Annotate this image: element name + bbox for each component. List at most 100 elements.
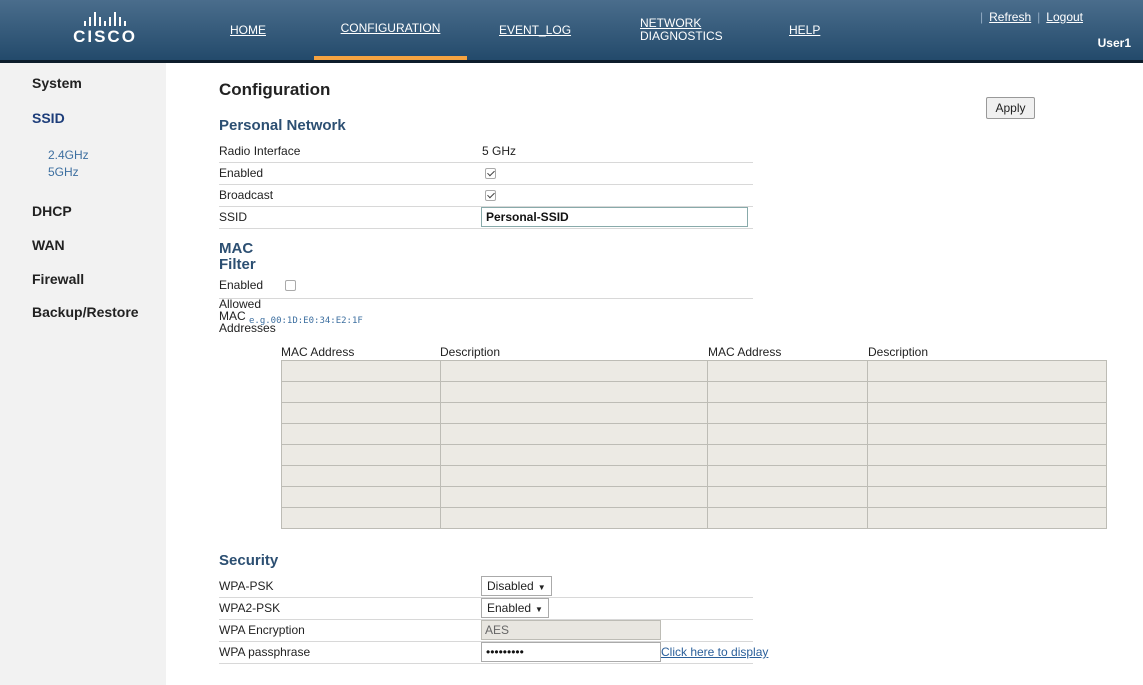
apply-button[interactable]: Apply [986, 97, 1035, 119]
mac-enabled-checkbox[interactable] [285, 280, 296, 291]
mac-cell[interactable] [281, 465, 441, 487]
mac-cell[interactable] [707, 486, 869, 508]
wpa-psk-label: WPA-PSK [219, 579, 274, 593]
nav-network-diagnostics[interactable]: NETWORK DIAGNOSTICS [640, 0, 723, 60]
mac-cell[interactable] [707, 444, 869, 466]
wpa2-psk-label: WPA2-PSK [219, 601, 281, 615]
mac-cell[interactable] [281, 402, 441, 424]
enabled-row: Enabled [219, 162, 753, 185]
nav-configuration-label: CONFIGURATION [340, 21, 441, 35]
desc-cell[interactable] [439, 381, 709, 403]
sidebar-item-ssid[interactable]: SSID [32, 110, 65, 126]
refresh-link[interactable]: Refresh [989, 10, 1031, 24]
broadcast-checkbox[interactable] [485, 190, 496, 201]
user-name: User1 [1097, 36, 1131, 50]
desc-cell[interactable] [439, 444, 709, 466]
display-passphrase-link[interactable]: Click here to display [661, 645, 768, 659]
sidebar-subitem-24ghz[interactable]: 2.4GHz [48, 148, 89, 162]
col-description-1: Description [440, 345, 501, 359]
top-header: CISCO HOME CONFIGURATION EVENT_LOG NETWO… [0, 0, 1143, 63]
enabled-checkbox[interactable] [485, 168, 496, 179]
mac-cell[interactable] [281, 444, 441, 466]
ssid-input[interactable]: Personal-SSID [481, 207, 748, 227]
separator: | [1037, 10, 1041, 24]
desc-cell[interactable] [867, 402, 1107, 424]
table-row [281, 465, 1107, 487]
desc-cell[interactable] [867, 465, 1107, 487]
col-description-2: Description [868, 345, 929, 359]
nav-help[interactable]: HELP [789, 0, 820, 60]
logo-text: CISCO [73, 27, 137, 46]
desc-cell[interactable] [867, 423, 1107, 445]
sidebar-item-dhcp[interactable]: DHCP [32, 203, 72, 219]
ssid-label: SSID [219, 210, 248, 224]
desc-cell[interactable] [439, 360, 709, 382]
radio-interface-label: Radio Interface [219, 144, 301, 158]
mac-cell[interactable] [707, 465, 869, 487]
dropdown-arrow-icon: ▼ [535, 605, 543, 614]
desc-cell[interactable] [867, 360, 1107, 382]
mac-cell[interactable] [281, 423, 441, 445]
nav-home-label: HOME [230, 23, 266, 37]
security-heading: Security [219, 552, 279, 569]
mac-heading-line2: Filter [219, 256, 256, 273]
mac-cell[interactable] [707, 402, 869, 424]
mac-cell[interactable] [707, 360, 869, 382]
desc-cell[interactable] [867, 486, 1107, 508]
personal-network-heading: Personal Network [219, 117, 346, 134]
broadcast-row: Broadcast [219, 184, 753, 207]
mac-cell[interactable] [281, 486, 441, 508]
desc-cell[interactable] [439, 507, 709, 529]
wpa-psk-select[interactable]: Disabled ▼ [481, 576, 552, 596]
wpa-passphrase-input[interactable]: ••••••••• [481, 642, 661, 662]
desc-cell[interactable] [867, 507, 1107, 529]
wpa-psk-value: Disabled [487, 579, 534, 593]
wpa2-psk-value: Enabled [487, 601, 532, 615]
cisco-bars-icon [70, 12, 140, 26]
desc-cell[interactable] [867, 444, 1107, 466]
table-row [281, 402, 1107, 424]
mac-cell[interactable] [281, 507, 441, 529]
nav-help-label: HELP [789, 23, 821, 37]
mac-grid [281, 360, 1107, 529]
radio-interface-row: Radio Interface 5 GHz [219, 140, 753, 163]
nav-diagnostics-label: DIAGNOSTICS [640, 29, 723, 43]
wpa-encryption-field: AES [481, 620, 661, 640]
logout-link[interactable]: Logout [1046, 10, 1083, 24]
sidebar-item-wan[interactable]: WAN [32, 237, 65, 253]
separator: | [980, 10, 984, 24]
sidebar: System SSID 2.4GHz 5GHz DHCP WAN Firewal… [0, 63, 166, 685]
desc-cell[interactable] [439, 465, 709, 487]
desc-cell[interactable] [439, 423, 709, 445]
nav-event-log-label: EVENT_LOG [499, 23, 572, 37]
desc-cell[interactable] [439, 402, 709, 424]
sidebar-item-firewall[interactable]: Firewall [32, 271, 84, 287]
top-links: | Refresh | Logout [974, 10, 1083, 24]
mac-cell[interactable] [707, 423, 869, 445]
nav-home[interactable]: HOME [230, 0, 266, 60]
mac-enabled-label: Enabled [219, 278, 264, 292]
desc-cell[interactable] [439, 486, 709, 508]
table-row [281, 360, 1107, 382]
table-row [281, 444, 1107, 466]
desc-cell[interactable] [867, 381, 1107, 403]
mac-cell[interactable] [281, 360, 441, 382]
nav-event-log[interactable]: EVENT_LOG [499, 0, 571, 60]
col-mac-address-2: MAC Address [708, 345, 782, 359]
mac-cell[interactable] [707, 507, 869, 529]
page-title: Configuration [219, 80, 331, 99]
cisco-logo[interactable]: CISCO [70, 12, 140, 47]
sidebar-subitem-5ghz[interactable]: 5GHz [48, 165, 79, 179]
mac-heading-line1: MAC [219, 240, 254, 257]
dropdown-arrow-icon: ▼ [537, 583, 546, 592]
mac-cell[interactable] [281, 381, 441, 403]
mac-filter-heading: MAC Filter [219, 241, 256, 273]
mac-cell[interactable] [707, 381, 869, 403]
sidebar-item-backup-restore[interactable]: Backup/Restore [32, 304, 139, 320]
nav-configuration[interactable]: CONFIGURATION [314, 0, 467, 60]
mac-enabled-row: Enabled [219, 278, 753, 299]
broadcast-label: Broadcast [219, 188, 274, 202]
wpa2-psk-select[interactable]: Enabled ▼ [481, 598, 549, 618]
sidebar-item-system[interactable]: System [32, 75, 82, 91]
col-mac-address-1: MAC Address [281, 345, 355, 359]
